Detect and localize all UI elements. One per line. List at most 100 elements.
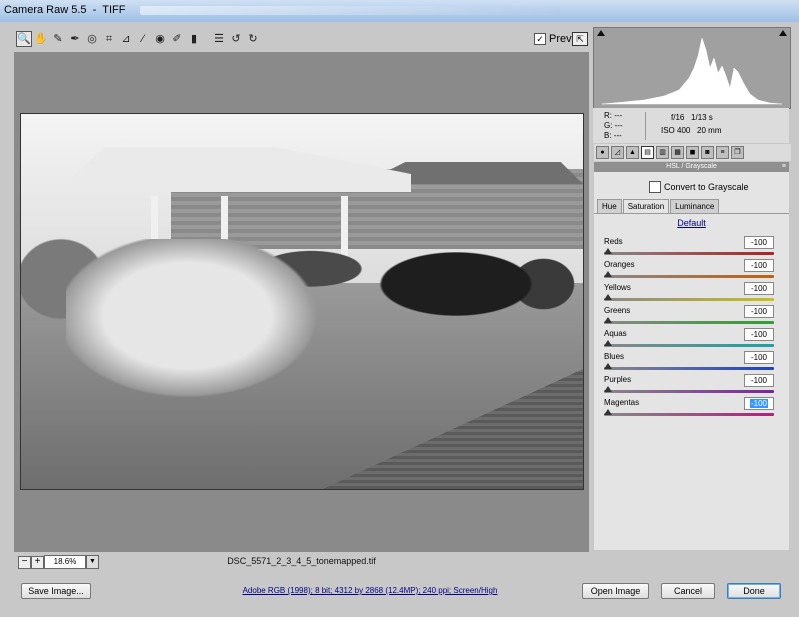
convert-grayscale-label: Convert to Grayscale xyxy=(664,182,749,192)
zoom-tool-icon[interactable]: 🔍 xyxy=(16,31,32,47)
title-bar: Camera Raw 5.5 - TIFF xyxy=(0,0,799,23)
focal-length: 20 mm xyxy=(697,126,722,135)
panel-header: HSL / Grayscale ≡ xyxy=(594,162,789,172)
slider-thumb[interactable] xyxy=(604,271,612,277)
slider-label: Magentas xyxy=(604,398,640,407)
slider-track[interactable] xyxy=(604,298,774,301)
default-link[interactable]: Default xyxy=(594,218,789,228)
slider-value-field[interactable]: -100 xyxy=(744,328,774,341)
detail-panel-icon[interactable]: ▲ xyxy=(626,146,639,159)
preview-image xyxy=(20,113,584,490)
panel-tabs: ● ◿ ▲ ▤ ▥ ▦ ◼ ◙ ≡ ❐ xyxy=(594,144,791,161)
slider-label: Oranges xyxy=(604,260,635,269)
slider-row-magentas: Magentas -100 xyxy=(604,397,774,420)
slider-label: Greens xyxy=(604,306,631,315)
readout-r: R: --- xyxy=(604,111,623,120)
slider-label: Aquas xyxy=(604,329,627,338)
slider-thumb[interactable] xyxy=(604,248,612,254)
slider-value-field[interactable]: -100 xyxy=(744,397,774,410)
tone-curve-panel-icon[interactable]: ◿ xyxy=(611,146,624,159)
tab-luminance[interactable]: Luminance xyxy=(670,199,720,213)
readout-b: B: --- xyxy=(604,131,622,140)
hsl-subtabs: Hue Saturation Luminance xyxy=(597,199,720,213)
effects-panel-icon[interactable]: ◼ xyxy=(686,146,699,159)
slider-thumb[interactable] xyxy=(604,386,612,392)
panel-title: HSL / Grayscale xyxy=(666,163,717,170)
slider-label: Reds xyxy=(604,237,623,246)
panel-menu-icon[interactable]: ≡ xyxy=(782,162,786,172)
hsl-panel-icon[interactable]: ▤ xyxy=(641,146,654,159)
taskbar-tabs-blur xyxy=(140,6,560,15)
preferences-icon[interactable]: ☰ xyxy=(211,31,227,47)
slider-label: Blues xyxy=(604,352,625,361)
slider-track[interactable] xyxy=(604,413,774,416)
slider-value-selected: -100 xyxy=(749,399,768,408)
file-name: DSC_5571_2_3_4_5_tonemapped.tif xyxy=(227,556,376,566)
presets-panel-icon[interactable]: ≡ xyxy=(716,146,729,159)
fullscreen-icon[interactable]: ⇱ xyxy=(572,32,588,46)
rotate-ccw-icon[interactable]: ↺ xyxy=(228,31,244,47)
preview-checkbox[interactable]: ✓ xyxy=(534,33,546,45)
straighten-tool-icon[interactable]: ⊿ xyxy=(118,31,134,47)
white-balance-tool-icon[interactable]: ✎ xyxy=(50,31,66,47)
slider-track[interactable] xyxy=(604,321,774,324)
slider-track[interactable] xyxy=(604,344,774,347)
adjustment-brush-icon[interactable]: ✐ xyxy=(169,31,185,47)
camera-readout: R: --- G: --- B: --- f/16 1/13 s ISO 400… xyxy=(593,108,789,143)
slider-row-greens: Greens -100 xyxy=(604,305,774,328)
tab-hue[interactable]: Hue xyxy=(597,199,622,213)
slider-track[interactable] xyxy=(604,390,774,393)
slider-value-field[interactable]: -100 xyxy=(744,305,774,318)
slider-row-oranges: Oranges -100 xyxy=(604,259,774,282)
slider-value-field[interactable]: -100 xyxy=(744,282,774,295)
slider-value-field[interactable]: -100 xyxy=(744,236,774,249)
histogram-curve xyxy=(601,37,783,105)
spot-removal-tool-icon[interactable]: ⁄ xyxy=(135,31,151,47)
split-toning-panel-icon[interactable]: ▥ xyxy=(656,146,669,159)
cancel-button[interactable]: Cancel xyxy=(661,583,715,599)
slider-label: Yellows xyxy=(604,283,631,292)
hand-tool-icon[interactable]: ✋ xyxy=(33,31,49,47)
slider-track[interactable] xyxy=(604,275,774,278)
convert-grayscale-toggle[interactable]: Convert to Grayscale xyxy=(649,181,749,193)
slider-value-field[interactable]: -100 xyxy=(744,374,774,387)
done-button[interactable]: Done xyxy=(727,583,781,599)
targeted-adjustment-tool-icon[interactable]: ◎ xyxy=(84,31,100,47)
hsl-panel: Convert to Grayscale Hue Saturation Lumi… xyxy=(594,172,789,550)
red-eye-tool-icon[interactable]: ◉ xyxy=(152,31,168,47)
histogram xyxy=(593,27,791,109)
camera-calibration-panel-icon[interactable]: ◙ xyxy=(701,146,714,159)
readout-g: G: --- xyxy=(604,121,623,130)
slider-thumb[interactable] xyxy=(604,363,612,369)
basic-panel-icon[interactable]: ● xyxy=(596,146,609,159)
window-title: Camera Raw 5.5 - TIFF xyxy=(4,4,126,16)
lens-corrections-panel-icon[interactable]: ▦ xyxy=(671,146,684,159)
workflow-options-link[interactable]: Adobe RGB (1998); 8 bit; 4312 by 2868 (1… xyxy=(190,586,550,595)
color-sampler-tool-icon[interactable]: ✒ xyxy=(67,31,83,47)
convert-grayscale-checkbox[interactable] xyxy=(649,181,661,193)
graduated-filter-icon[interactable]: ▮ xyxy=(186,31,202,47)
slider-thumb[interactable] xyxy=(604,317,612,323)
snapshots-panel-icon[interactable]: ❐ xyxy=(731,146,744,159)
slider-row-aquas: Aquas -100 xyxy=(604,328,774,351)
status-bar: − + 18.6% ▼ DSC_5571_2_3_4_5_tonemapped.… xyxy=(14,554,589,570)
slider-row-reds: Reds -100 xyxy=(604,236,774,259)
save-image-button[interactable]: Save Image... xyxy=(21,583,91,599)
crop-tool-icon[interactable]: ⌗ xyxy=(101,31,117,47)
rotate-cw-icon[interactable]: ↻ xyxy=(245,31,261,47)
iso: ISO 400 xyxy=(661,126,691,135)
shutter: 1/13 s xyxy=(691,113,713,122)
slider-row-purples: Purples -100 xyxy=(604,374,774,397)
tab-saturation[interactable]: Saturation xyxy=(622,199,670,213)
aperture: f/16 xyxy=(671,113,685,122)
slider-track[interactable] xyxy=(604,252,774,255)
slider-thumb[interactable] xyxy=(604,294,612,300)
toolbar: ✓ Preview ⇱ 🔍 ✋ ✎ ✒ ◎ ⌗ ⊿ ⁄ ◉ ✐ ▮ ☰ ↺ ↻ xyxy=(14,30,589,50)
slider-thumb[interactable] xyxy=(604,409,612,415)
open-image-button[interactable]: Open Image xyxy=(582,583,649,599)
slider-track[interactable] xyxy=(604,367,774,370)
slider-value-field[interactable]: -100 xyxy=(744,259,774,272)
slider-value-field[interactable]: -100 xyxy=(744,351,774,364)
slider-row-blues: Blues -100 xyxy=(604,351,774,374)
slider-thumb[interactable] xyxy=(604,340,612,346)
